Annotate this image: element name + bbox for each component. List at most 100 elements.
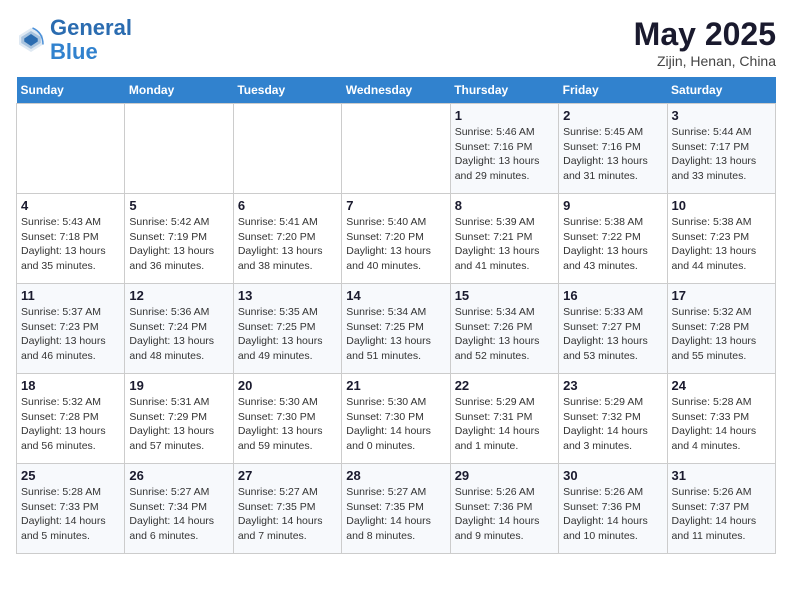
- day-detail: Sunrise: 5:30 AM Sunset: 7:30 PM Dayligh…: [346, 395, 445, 454]
- calendar-week-3: 11Sunrise: 5:37 AM Sunset: 7:23 PM Dayli…: [17, 284, 776, 374]
- logo-icon: [16, 25, 46, 55]
- calendar-body: 1Sunrise: 5:46 AM Sunset: 7:16 PM Daylig…: [17, 104, 776, 554]
- day-detail: Sunrise: 5:27 AM Sunset: 7:35 PM Dayligh…: [346, 485, 445, 544]
- day-number: 6: [238, 198, 337, 213]
- day-number: 20: [238, 378, 337, 393]
- calendar-cell: 21 Sunrise: 5:30 AM Sunset: 7:30 PM Dayli…: [342, 374, 450, 464]
- day-number: 16: [563, 288, 662, 303]
- weekday-header-row: SundayMondayTuesdayWednesdayThursdayFrid…: [17, 77, 776, 104]
- day-number: 21: [346, 378, 445, 393]
- day-number: 24: [672, 378, 771, 393]
- calendar-cell: [233, 104, 341, 194]
- day-number: 17: [672, 288, 771, 303]
- day-number: 28: [346, 468, 445, 483]
- calendar-cell: 1Sunrise: 5:46 AM Sunset: 7:16 PM Daylig…: [450, 104, 558, 194]
- day-number: 10: [672, 198, 771, 213]
- location-subtitle: Zijin, Henan, China: [634, 53, 776, 69]
- calendar-cell: 3 Sunrise: 5:44 AM Sunset: 7:17 PM Daylig…: [667, 104, 775, 194]
- day-detail: Sunrise: 5:45 AM Sunset: 7:16 PM Dayligh…: [563, 125, 662, 184]
- weekday-header-thursday: Thursday: [450, 77, 558, 104]
- calendar-cell: 18 Sunrise: 5:32 AM Sunset: 7:28 PM Dayli…: [17, 374, 125, 464]
- day-detail: Sunrise: 5:33 AM Sunset: 7:27 PM Dayligh…: [563, 305, 662, 364]
- calendar-cell: 14 Sunrise: 5:34 AM Sunset: 7:25 PM Dayli…: [342, 284, 450, 374]
- day-detail: Sunrise: 5:28 AM Sunset: 7:33 PM Dayligh…: [672, 395, 771, 454]
- calendar-cell: 28 Sunrise: 5:27 AM Sunset: 7:35 PM Dayli…: [342, 464, 450, 554]
- day-detail: Sunrise: 5:27 AM Sunset: 7:34 PM Dayligh…: [129, 485, 228, 544]
- day-detail: Sunrise: 5:32 AM Sunset: 7:28 PM Dayligh…: [672, 305, 771, 364]
- day-detail: Sunrise: 5:41 AM Sunset: 7:20 PM Dayligh…: [238, 215, 337, 274]
- day-number: 26: [129, 468, 228, 483]
- calendar-cell: [17, 104, 125, 194]
- calendar-cell: 16 Sunrise: 5:33 AM Sunset: 7:27 PM Dayli…: [559, 284, 667, 374]
- day-detail: Sunrise: 5:40 AM Sunset: 7:20 PM Dayligh…: [346, 215, 445, 274]
- day-number: 27: [238, 468, 337, 483]
- day-detail: Sunrise: 5:26 AM Sunset: 7:36 PM Dayligh…: [455, 485, 554, 544]
- calendar-table: SundayMondayTuesdayWednesdayThursdayFrid…: [16, 77, 776, 554]
- day-detail: Sunrise: 5:32 AM Sunset: 7:28 PM Dayligh…: [21, 395, 120, 454]
- calendar-cell: 31Sunrise: 5:26 AM Sunset: 7:37 PM Dayli…: [667, 464, 775, 554]
- day-detail: Sunrise: 5:31 AM Sunset: 7:29 PM Dayligh…: [129, 395, 228, 454]
- day-number: 19: [129, 378, 228, 393]
- day-number: 3: [672, 108, 771, 123]
- day-detail: Sunrise: 5:46 AM Sunset: 7:16 PM Dayligh…: [455, 125, 554, 184]
- day-number: 5: [129, 198, 228, 213]
- weekday-header-sunday: Sunday: [17, 77, 125, 104]
- day-number: 30: [563, 468, 662, 483]
- calendar-week-2: 4Sunrise: 5:43 AM Sunset: 7:18 PM Daylig…: [17, 194, 776, 284]
- day-detail: Sunrise: 5:39 AM Sunset: 7:21 PM Dayligh…: [455, 215, 554, 274]
- day-number: 13: [238, 288, 337, 303]
- page-header: General Blue May 2025 Zijin, Henan, Chin…: [16, 16, 776, 69]
- day-number: 11: [21, 288, 120, 303]
- calendar-cell: 20 Sunrise: 5:30 AM Sunset: 7:30 PM Dayli…: [233, 374, 341, 464]
- day-detail: Sunrise: 5:34 AM Sunset: 7:26 PM Dayligh…: [455, 305, 554, 364]
- day-detail: Sunrise: 5:34 AM Sunset: 7:25 PM Dayligh…: [346, 305, 445, 364]
- weekday-header-friday: Friday: [559, 77, 667, 104]
- day-detail: Sunrise: 5:30 AM Sunset: 7:30 PM Dayligh…: [238, 395, 337, 454]
- day-detail: Sunrise: 5:26 AM Sunset: 7:37 PM Dayligh…: [672, 485, 771, 544]
- calendar-cell: 7 Sunrise: 5:40 AM Sunset: 7:20 PM Daylig…: [342, 194, 450, 284]
- day-number: 8: [455, 198, 554, 213]
- day-detail: Sunrise: 5:27 AM Sunset: 7:35 PM Dayligh…: [238, 485, 337, 544]
- month-title: May 2025: [634, 16, 776, 53]
- calendar-cell: 29 Sunrise: 5:26 AM Sunset: 7:36 PM Dayli…: [450, 464, 558, 554]
- day-detail: Sunrise: 5:44 AM Sunset: 7:17 PM Dayligh…: [672, 125, 771, 184]
- day-number: 18: [21, 378, 120, 393]
- calendar-cell: 26 Sunrise: 5:27 AM Sunset: 7:34 PM Dayli…: [125, 464, 233, 554]
- weekday-header-wednesday: Wednesday: [342, 77, 450, 104]
- logo-general: General: [50, 15, 132, 40]
- calendar-cell: 11Sunrise: 5:37 AM Sunset: 7:23 PM Dayli…: [17, 284, 125, 374]
- calendar-cell: [125, 104, 233, 194]
- calendar-cell: 8 Sunrise: 5:39 AM Sunset: 7:21 PM Daylig…: [450, 194, 558, 284]
- day-number: 2: [563, 108, 662, 123]
- day-number: 12: [129, 288, 228, 303]
- calendar-cell: 2 Sunrise: 5:45 AM Sunset: 7:16 PM Daylig…: [559, 104, 667, 194]
- calendar-cell: 13Sunrise: 5:35 AM Sunset: 7:25 PM Dayli…: [233, 284, 341, 374]
- day-number: 14: [346, 288, 445, 303]
- calendar-cell: 12 Sunrise: 5:36 AM Sunset: 7:24 PM Dayli…: [125, 284, 233, 374]
- calendar-cell: 27 Sunrise: 5:27 AM Sunset: 7:35 PM Dayli…: [233, 464, 341, 554]
- calendar-week-5: 25Sunrise: 5:28 AM Sunset: 7:33 PM Dayli…: [17, 464, 776, 554]
- day-number: 4: [21, 198, 120, 213]
- day-number: 29: [455, 468, 554, 483]
- day-number: 9: [563, 198, 662, 213]
- day-detail: Sunrise: 5:42 AM Sunset: 7:19 PM Dayligh…: [129, 215, 228, 274]
- day-detail: Sunrise: 5:36 AM Sunset: 7:24 PM Dayligh…: [129, 305, 228, 364]
- calendar-cell: 24 Sunrise: 5:28 AM Sunset: 7:33 PM Dayli…: [667, 374, 775, 464]
- weekday-header-tuesday: Tuesday: [233, 77, 341, 104]
- day-detail: Sunrise: 5:38 AM Sunset: 7:23 PM Dayligh…: [672, 215, 771, 274]
- calendar-week-1: 1Sunrise: 5:46 AM Sunset: 7:16 PM Daylig…: [17, 104, 776, 194]
- day-number: 22: [455, 378, 554, 393]
- calendar-header: SundayMondayTuesdayWednesdayThursdayFrid…: [17, 77, 776, 104]
- calendar-cell: 15 Sunrise: 5:34 AM Sunset: 7:26 PM Dayli…: [450, 284, 558, 374]
- calendar-cell: 30 Sunrise: 5:26 AM Sunset: 7:36 PM Dayli…: [559, 464, 667, 554]
- calendar-week-4: 18 Sunrise: 5:32 AM Sunset: 7:28 PM Dayli…: [17, 374, 776, 464]
- day-number: 7: [346, 198, 445, 213]
- day-detail: Sunrise: 5:29 AM Sunset: 7:31 PM Dayligh…: [455, 395, 554, 454]
- calendar-cell: 19 Sunrise: 5:31 AM Sunset: 7:29 PM Dayli…: [125, 374, 233, 464]
- day-detail: Sunrise: 5:26 AM Sunset: 7:36 PM Dayligh…: [563, 485, 662, 544]
- calendar-cell: 4Sunrise: 5:43 AM Sunset: 7:18 PM Daylig…: [17, 194, 125, 284]
- day-detail: Sunrise: 5:29 AM Sunset: 7:32 PM Dayligh…: [563, 395, 662, 454]
- day-number: 15: [455, 288, 554, 303]
- day-number: 25: [21, 468, 120, 483]
- calendar-cell: 6 Sunrise: 5:41 AM Sunset: 7:20 PM Daylig…: [233, 194, 341, 284]
